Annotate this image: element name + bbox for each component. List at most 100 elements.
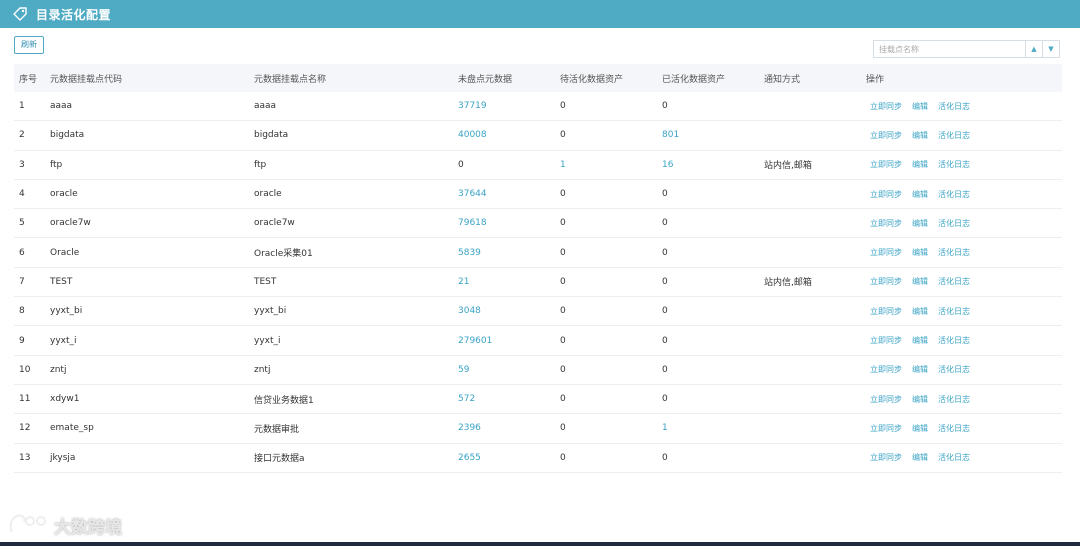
row-actions: 立即同步 编辑 活化日志 — [866, 394, 1062, 405]
table-row: 11 xdyw1 信贷业务数据1 572 0 0 立即同步 编辑 活化日志 — [14, 385, 1062, 415]
sync-now-link[interactable]: 立即同步 — [870, 452, 902, 463]
activation-log-link[interactable]: 活化日志 — [938, 159, 970, 170]
unchecked-count[interactable]: 37644 — [458, 189, 560, 199]
unchecked-count[interactable]: 572 — [458, 394, 560, 404]
pending-count[interactable]: 1 — [560, 160, 662, 170]
mount-code: ftp — [50, 159, 63, 170]
sync-now-link[interactable]: 立即同步 — [870, 247, 902, 258]
row-number: 6 — [19, 247, 25, 258]
pending-count: 0 — [560, 306, 566, 317]
edit-link[interactable]: 编辑 — [912, 218, 928, 229]
row-number: 9 — [19, 335, 25, 346]
edit-link[interactable]: 编辑 — [912, 247, 928, 258]
mount-code: jkysja — [50, 452, 76, 463]
edit-link[interactable]: 编辑 — [912, 159, 928, 170]
edit-link[interactable]: 编辑 — [912, 130, 928, 141]
mount-code: yyxt_bi — [50, 306, 83, 317]
activated-count: 0 — [662, 335, 668, 346]
column-header: 已活化数据资产 — [662, 74, 726, 85]
mount-name: yyxt_bi — [254, 306, 287, 317]
toolbar: 刷新 ▲ ▼ — [0, 28, 1080, 64]
edit-link[interactable]: 编辑 — [912, 306, 928, 317]
activation-log-link[interactable]: 活化日志 — [938, 394, 970, 405]
mount-code: zntj — [50, 364, 67, 375]
edit-link[interactable]: 编辑 — [912, 335, 928, 346]
activated-count[interactable]: 1 — [662, 423, 764, 433]
activation-log-link[interactable]: 活化日志 — [938, 364, 970, 375]
activated-count[interactable]: 801 — [662, 130, 764, 140]
pending-count: 0 — [560, 394, 566, 405]
table-row: 8 yyxt_bi yyxt_bi 3048 0 0 立即同步 编辑 活化日志 — [14, 297, 1062, 327]
column-header: 元数据挂载点代码 — [50, 74, 123, 85]
edit-link[interactable]: 编辑 — [912, 276, 928, 287]
unchecked-count[interactable]: 59 — [458, 365, 560, 375]
column-header: 操作 — [866, 74, 885, 85]
mount-name: Oracle采集01 — [254, 249, 313, 260]
unchecked-count[interactable]: 2655 — [458, 453, 560, 463]
row-number: 7 — [19, 276, 25, 287]
search-box: ▲ ▼ — [873, 40, 1060, 58]
sync-now-link[interactable]: 立即同步 — [870, 276, 902, 287]
row-actions: 立即同步 编辑 活化日志 — [866, 130, 1062, 141]
unchecked-count[interactable]: 3048 — [458, 306, 560, 316]
refresh-button[interactable]: 刷新 — [14, 36, 44, 54]
unchecked-count: 0 — [458, 159, 464, 170]
activated-count: 0 — [662, 276, 668, 287]
row-number: 10 — [19, 364, 31, 375]
unchecked-count[interactable]: 79618 — [458, 218, 560, 228]
column-header: 通知方式 — [764, 74, 801, 85]
activation-log-link[interactable]: 活化日志 — [938, 101, 970, 112]
activation-log-link[interactable]: 活化日志 — [938, 335, 970, 346]
sync-now-link[interactable]: 立即同步 — [870, 218, 902, 229]
sync-now-link[interactable]: 立即同步 — [870, 394, 902, 405]
activation-log-link[interactable]: 活化日志 — [938, 276, 970, 287]
activated-count[interactable]: 16 — [662, 160, 764, 170]
activation-log-link[interactable]: 活化日志 — [938, 452, 970, 463]
edit-link[interactable]: 编辑 — [912, 394, 928, 405]
sync-now-link[interactable]: 立即同步 — [870, 130, 902, 141]
row-number: 4 — [19, 189, 25, 200]
sync-now-link[interactable]: 立即同步 — [870, 306, 902, 317]
row-number: 2 — [19, 130, 25, 141]
search-input[interactable] — [874, 41, 1025, 57]
row-number: 12 — [19, 423, 31, 434]
row-actions: 立即同步 编辑 活化日志 — [866, 189, 1062, 200]
activation-log-link[interactable]: 活化日志 — [938, 247, 970, 258]
pending-count: 0 — [560, 101, 566, 112]
unchecked-count[interactable]: 37719 — [458, 101, 560, 111]
edit-link[interactable]: 编辑 — [912, 452, 928, 463]
triangle-down-icon: ▼ — [1048, 45, 1054, 53]
activation-log-link[interactable]: 活化日志 — [938, 130, 970, 141]
sync-now-link[interactable]: 立即同步 — [870, 364, 902, 375]
sync-now-link[interactable]: 立即同步 — [870, 159, 902, 170]
sort-down-button[interactable]: ▼ — [1042, 41, 1059, 57]
activation-log-link[interactable]: 活化日志 — [938, 306, 970, 317]
unchecked-count[interactable]: 2396 — [458, 423, 560, 433]
pending-count: 0 — [560, 130, 566, 141]
activated-count: 0 — [662, 218, 668, 229]
edit-link[interactable]: 编辑 — [912, 364, 928, 375]
edit-link[interactable]: 编辑 — [912, 189, 928, 200]
mount-name: 接口元数据a — [254, 454, 305, 465]
mount-name: oracle7w — [254, 218, 295, 229]
pending-count: 0 — [560, 452, 566, 463]
row-number: 13 — [19, 452, 31, 463]
sync-now-link[interactable]: 立即同步 — [870, 101, 902, 112]
unchecked-count[interactable]: 21 — [458, 277, 560, 287]
activation-log-link[interactable]: 活化日志 — [938, 218, 970, 229]
activated-count: 0 — [662, 452, 668, 463]
sync-now-link[interactable]: 立即同步 — [870, 335, 902, 346]
sort-up-button[interactable]: ▲ — [1025, 41, 1042, 57]
row-actions: 立即同步 编辑 活化日志 — [866, 335, 1062, 346]
activation-log-link[interactable]: 活化日志 — [938, 423, 970, 434]
activation-log-link[interactable]: 活化日志 — [938, 189, 970, 200]
edit-link[interactable]: 编辑 — [912, 101, 928, 112]
pending-count: 0 — [560, 218, 566, 229]
sync-now-link[interactable]: 立即同步 — [870, 189, 902, 200]
mount-name: ftp — [254, 159, 267, 170]
edit-link[interactable]: 编辑 — [912, 423, 928, 434]
sync-now-link[interactable]: 立即同步 — [870, 423, 902, 434]
unchecked-count[interactable]: 279601 — [458, 336, 560, 346]
unchecked-count[interactable]: 40008 — [458, 130, 560, 140]
unchecked-count[interactable]: 5839 — [458, 248, 560, 258]
